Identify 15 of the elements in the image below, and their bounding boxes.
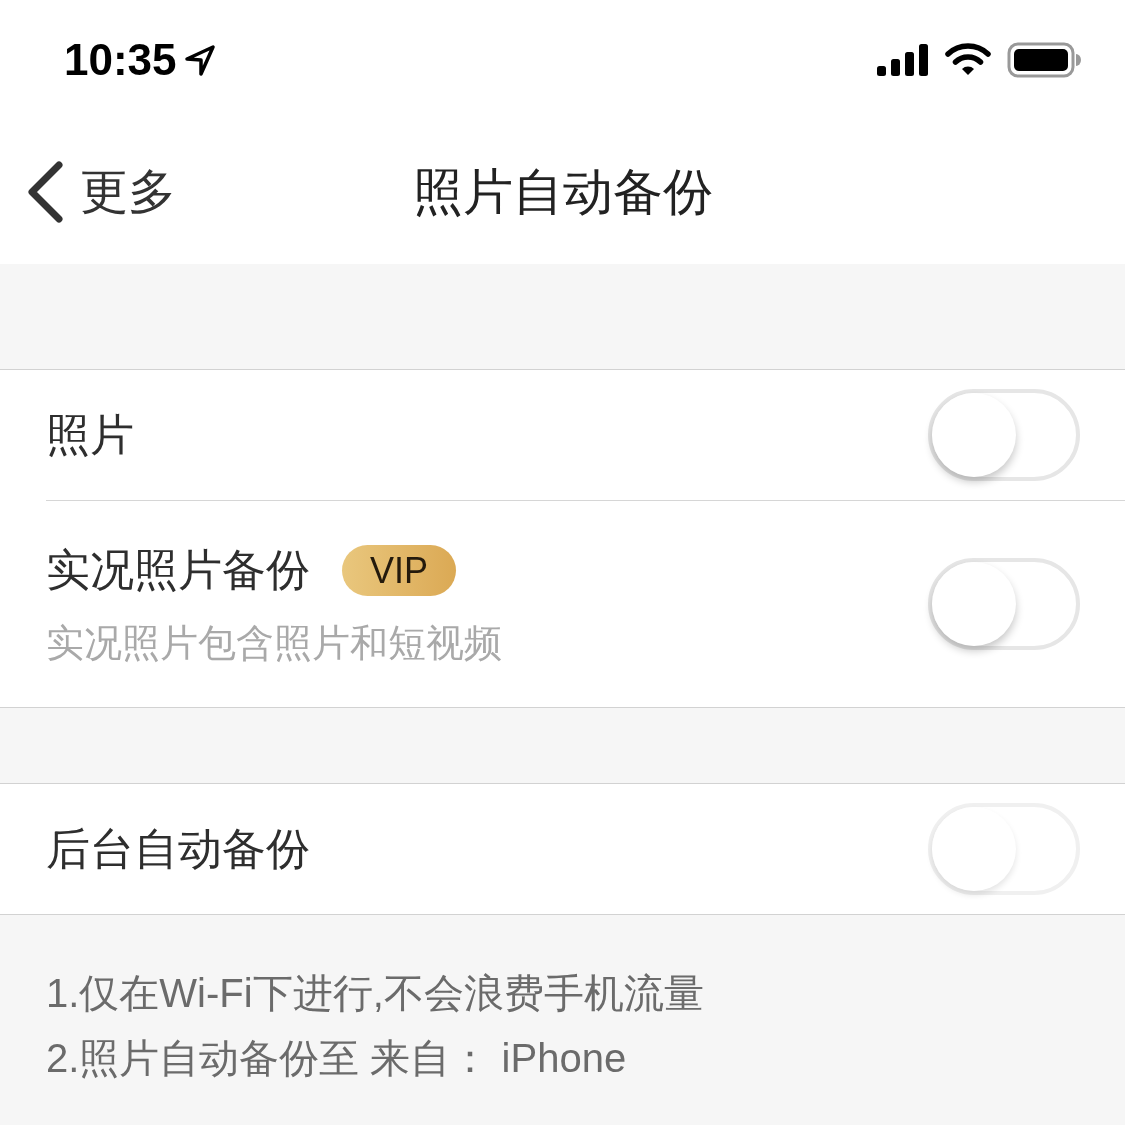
setting-label: 后台自动备份: [46, 823, 310, 875]
back-button[interactable]: 更多: [0, 161, 176, 223]
setting-label: 实况照片备份: [46, 544, 310, 596]
note-text: 2.照片自动备份至 来自： iPhone: [46, 1035, 628, 1082]
status-time: 10:35: [64, 38, 177, 82]
battery-icon: [1007, 42, 1081, 78]
chevron-left-icon: [26, 161, 64, 223]
wifi-icon: [945, 43, 991, 77]
vip-badge: VIP: [342, 544, 457, 596]
page-title: 照片自动备份: [412, 167, 713, 217]
note-text: 1.仅在Wi-Fi下进行,不会浪费手机流量: [46, 970, 705, 1017]
location-arrow-icon: [184, 44, 215, 76]
setting-label: 照片: [46, 409, 134, 461]
signal-bars-icon: [877, 44, 929, 76]
setting-description: 实况照片包含照片和短视频: [46, 621, 502, 666]
